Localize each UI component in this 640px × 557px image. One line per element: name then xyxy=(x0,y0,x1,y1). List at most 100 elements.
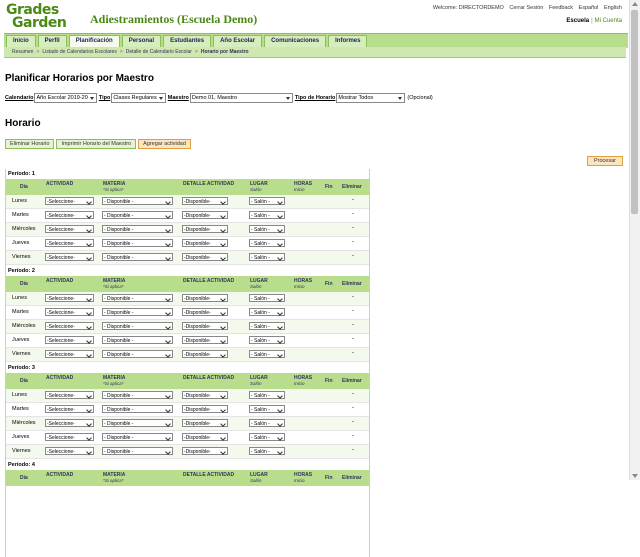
lugar-select[interactable]: - Salón - xyxy=(249,419,285,427)
materia-select[interactable]: - Disponible - xyxy=(102,405,173,413)
materia-select[interactable]: - Disponible - xyxy=(102,253,173,261)
materia-select[interactable]: - Disponible - xyxy=(102,197,173,205)
scroll-down-icon[interactable] xyxy=(632,474,638,478)
breadcrumb-listado[interactable]: Listado de Calendarios Escolares xyxy=(42,49,117,55)
delete-row-link[interactable]: - xyxy=(352,322,354,328)
lugar-select[interactable]: - Salón - xyxy=(249,405,285,413)
detalle-select[interactable]: -Disponible- xyxy=(182,253,228,261)
actividad-select[interactable]: -Seleccione- xyxy=(45,350,94,358)
actividad-select[interactable]: -Seleccione- xyxy=(45,419,94,427)
lugar-select[interactable]: - Salón - xyxy=(249,322,285,330)
grades-garden-logo[interactable]: Grades Garden xyxy=(6,3,86,32)
materia-select[interactable]: - Disponible - xyxy=(102,447,173,455)
actividad-select[interactable]: -Seleccione- xyxy=(45,447,94,455)
detalle-select[interactable]: -Disponible- xyxy=(182,308,228,316)
actividad-select[interactable]: -Seleccione- xyxy=(45,197,94,205)
materia-select[interactable]: - Disponible - xyxy=(102,419,173,427)
agregar-actividad-button[interactable]: Agregar actividad xyxy=(138,139,191,149)
actividad-select[interactable]: -Seleccione- xyxy=(45,253,94,261)
lugar-select[interactable]: - Salón - xyxy=(249,350,285,358)
lugar-select[interactable]: - Salón - xyxy=(249,197,285,205)
school-link[interactable]: Escuela xyxy=(566,18,589,24)
actividad-select[interactable]: -Seleccione- xyxy=(45,225,94,233)
materia-select[interactable]: - Disponible - xyxy=(102,433,173,441)
delete-row-link[interactable]: - xyxy=(352,447,354,453)
tipo-horario-select[interactable]: Mostrar Todos xyxy=(336,93,406,103)
lugar-select[interactable]: - Salón - xyxy=(249,447,285,455)
detalle-select[interactable]: -Disponible- xyxy=(182,322,228,330)
actividad-select[interactable]: -Seleccione- xyxy=(45,405,94,413)
delete-row-link[interactable]: - xyxy=(352,253,354,259)
detalle-select[interactable]: -Disponible- xyxy=(182,211,228,219)
lugar-select[interactable]: - Salón - xyxy=(249,308,285,316)
delete-row-link[interactable]: - xyxy=(352,419,354,425)
spanish-link[interactable]: Español xyxy=(579,5,599,11)
scroll-up-icon[interactable] xyxy=(632,2,638,6)
lugar-select[interactable]: - Salón - xyxy=(249,294,285,302)
lugar-select[interactable]: - Salón - xyxy=(249,391,285,399)
logout-link[interactable]: Cerrar Sesión xyxy=(509,5,543,11)
actividad-select[interactable]: -Seleccione- xyxy=(45,433,94,441)
detalle-select[interactable]: -Disponible- xyxy=(182,447,228,455)
feedback-link[interactable]: Feedback xyxy=(549,5,573,11)
materia-select[interactable]: - Disponible - xyxy=(102,322,173,330)
actividad-select[interactable]: -Seleccione- xyxy=(45,239,94,247)
actividad-select[interactable]: -Seleccione- xyxy=(45,336,94,344)
detalle-select[interactable]: -Disponible- xyxy=(182,405,228,413)
delete-row-link[interactable]: - xyxy=(352,308,354,314)
materia-select[interactable]: - Disponible - xyxy=(102,294,173,302)
detalle-select[interactable]: -Disponible- xyxy=(182,350,228,358)
detalle-select[interactable]: -Disponible- xyxy=(182,419,228,427)
welcome-text: Welcome: DIRECTORDEMO xyxy=(432,5,504,11)
delete-row-link[interactable]: - xyxy=(352,294,354,300)
actividad-select[interactable]: -Seleccione- xyxy=(45,308,94,316)
procesar-button[interactable]: Procesar xyxy=(587,156,624,166)
breadcrumb-resumen[interactable]: Resumen xyxy=(12,49,33,55)
detalle-select[interactable]: -Disponible- xyxy=(182,197,228,205)
actividad-select[interactable]: -Seleccione- xyxy=(45,391,94,399)
detalle-select[interactable]: -Disponible- xyxy=(182,391,228,399)
delete-row-link[interactable]: - xyxy=(352,211,354,217)
actividad-select[interactable]: -Seleccione- xyxy=(45,211,94,219)
actividad-select[interactable]: -Seleccione- xyxy=(45,322,94,330)
calendario-select[interactable]: Año Escolar 2019-20 xyxy=(34,93,97,103)
eliminar-horario-button[interactable]: Eliminar Horario xyxy=(5,139,55,149)
delete-row-link[interactable]: - xyxy=(352,239,354,245)
my-account-link[interactable]: Mi Cuenta xyxy=(595,18,622,24)
maestro-select[interactable]: Demo 01, Maestro xyxy=(189,93,293,103)
lugar-select[interactable]: - Salón - xyxy=(249,253,285,261)
scrollbar-thumb[interactable] xyxy=(631,10,638,214)
lugar-select[interactable]: - Salón - xyxy=(249,433,285,441)
delete-row-link[interactable]: - xyxy=(352,405,354,411)
materia-select[interactable]: - Disponible - xyxy=(102,225,173,233)
materia-subheader: *Si aplica* xyxy=(103,478,124,483)
detalle-select[interactable]: -Disponible- xyxy=(182,225,228,233)
tipo-select[interactable]: Clases Regulares xyxy=(111,93,166,103)
delete-row-link[interactable]: - xyxy=(352,433,354,439)
vertical-scrollbar[interactable] xyxy=(629,0,640,480)
delete-row-link[interactable]: - xyxy=(352,197,354,203)
breadcrumb-detalle[interactable]: Detalle de Calendario Escolar xyxy=(126,49,192,55)
detalle-select[interactable]: -Disponible- xyxy=(182,336,228,344)
materia-select[interactable]: - Disponible - xyxy=(102,211,173,219)
materia-select[interactable]: - Disponible - xyxy=(102,239,173,247)
delete-row-link[interactable]: - xyxy=(352,350,354,356)
materia-select[interactable]: - Disponible - xyxy=(102,391,173,399)
imprimir-horario-button[interactable]: Imprimir Horario del Maestro xyxy=(56,139,137,149)
lugar-select[interactable]: - Salón - xyxy=(249,225,285,233)
delete-row-link[interactable]: - xyxy=(352,391,354,397)
actividad-select[interactable]: -Seleccione- xyxy=(45,294,94,302)
english-link[interactable]: English xyxy=(604,5,622,11)
delete-row-link[interactable]: - xyxy=(352,225,354,231)
delete-row-link[interactable]: - xyxy=(352,336,354,342)
lugar-select[interactable]: - Salón - xyxy=(249,336,285,344)
detalle-select[interactable]: -Disponible- xyxy=(182,294,228,302)
lugar-select[interactable]: - Salón - xyxy=(249,211,285,219)
detalle-select[interactable]: -Disponible- xyxy=(182,239,228,247)
materia-select[interactable]: - Disponible - xyxy=(102,308,173,316)
materia-select[interactable]: - Disponible - xyxy=(102,336,173,344)
materia-select[interactable]: - Disponible - xyxy=(102,350,173,358)
day-label: Viernes xyxy=(12,351,31,357)
detalle-select[interactable]: -Disponible- xyxy=(182,433,228,441)
lugar-select[interactable]: - Salón - xyxy=(249,239,285,247)
